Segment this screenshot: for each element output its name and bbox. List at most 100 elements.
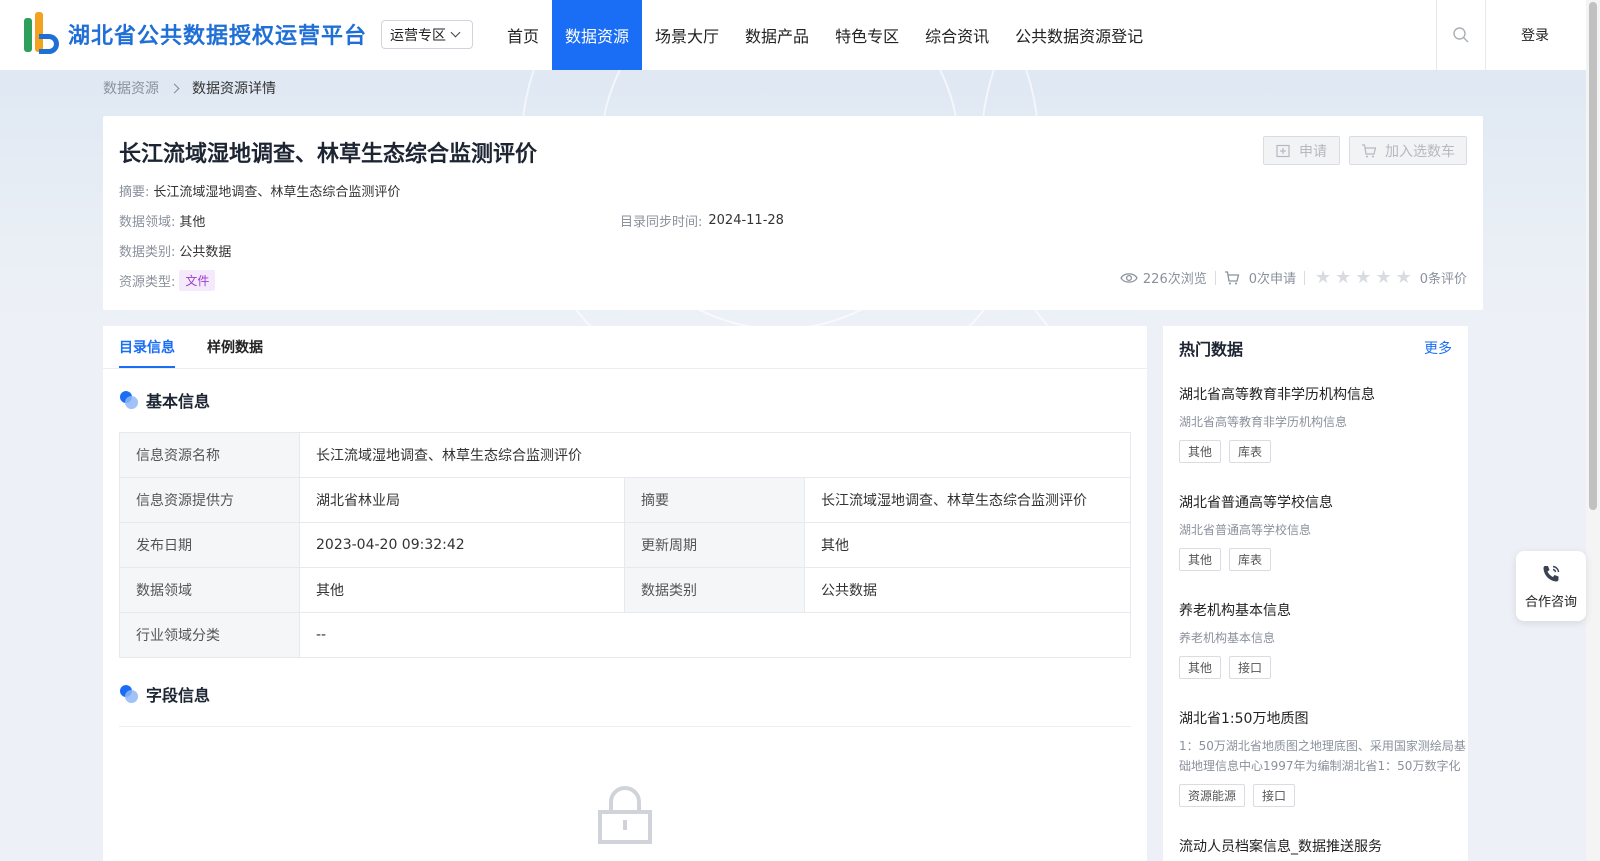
table-key: 摘要 xyxy=(624,477,805,523)
resource-type-row: 资源类型: 文件 xyxy=(119,270,216,291)
search-button[interactable] xyxy=(1436,0,1486,70)
table-value: 2023-04-20 09:32:42 xyxy=(299,522,625,568)
sync-time-value: 2024-11-28 xyxy=(708,213,784,228)
nav-special-zone[interactable]: 特色专区 xyxy=(822,0,912,70)
apply-icon xyxy=(1276,144,1290,157)
table-value: -- xyxy=(299,612,1131,658)
table-key: 数据领域 xyxy=(119,567,300,613)
field-info-title: 字段信息 xyxy=(146,686,211,705)
site-logo[interactable]: 湖北省公共数据授权运营平台 xyxy=(18,12,367,56)
nav-scene-hall[interactable]: 场景大厅 xyxy=(642,0,732,70)
hot-item-tags: 其他 接口 xyxy=(1179,656,1468,679)
hot-item-name[interactable]: 流动人员档案信息_数据推送服务 xyxy=(1179,836,1468,856)
tab-catalog-info[interactable]: 目录信息 xyxy=(119,326,175,368)
nav-data-products[interactable]: 数据产品 xyxy=(732,0,822,70)
cart-icon xyxy=(1224,270,1240,284)
hot-item[interactable]: 养老机构基本信息 养老机构基本信息 其他 接口 xyxy=(1179,600,1468,679)
zone-select-value: 运营专区 xyxy=(390,27,446,44)
hot-item-tag: 其他 xyxy=(1179,548,1222,571)
field-info-divider xyxy=(119,726,1131,727)
hot-item-tag: 库表 xyxy=(1229,440,1272,463)
breadcrumb: 数据资源 数据资源详情 xyxy=(103,78,276,98)
eye-icon xyxy=(1120,272,1138,283)
tabs-divider xyxy=(103,368,1147,369)
resource-stats: 226次浏览 0次申请 ★ ★ ★ ★ ★ 0条评价 xyxy=(1120,268,1467,287)
logo-icon xyxy=(18,12,60,56)
review-count: 0条评价 xyxy=(1419,272,1467,287)
domain-row: 数据领域: 其他 xyxy=(119,211,205,230)
table-key: 发布日期 xyxy=(119,522,300,568)
top-header: 湖北省公共数据授权运营平台 运营专区 首页 数据资源 场景大厅 数据产品 特色专… xyxy=(0,0,1586,70)
hot-item-tags: 资源能源 接口 xyxy=(1179,784,1468,807)
stats-divider xyxy=(1214,270,1216,285)
nav-resource-registration[interactable]: 公共数据资源登记 xyxy=(1002,0,1156,70)
table-key: 数据类别 xyxy=(624,567,805,613)
hot-item-desc: 养老机构基本信息 xyxy=(1179,631,1276,645)
nav-data-resources[interactable]: 数据资源 xyxy=(552,0,643,70)
hot-item-tags: 其他 库表 xyxy=(1179,440,1468,463)
lock-icon xyxy=(598,786,652,844)
cart-icon xyxy=(1362,143,1377,157)
hot-item-name[interactable]: 湖北省普通高等学校信息 xyxy=(1179,492,1468,512)
table-row: 发布日期 2023-04-20 09:32:42 更新周期 其他 xyxy=(119,522,1131,568)
table-value: 其他 xyxy=(804,522,1131,568)
hot-item[interactable]: 流动人员档案信息_数据推送服务 xyxy=(1179,836,1468,856)
star-icon: ★ xyxy=(1315,266,1332,288)
domain-label: 数据领域: xyxy=(119,215,176,230)
table-key: 更新周期 xyxy=(624,522,805,568)
hot-data-more-link[interactable]: 更多 xyxy=(1424,338,1452,358)
abstract-label: 摘要: xyxy=(119,185,150,200)
star-icon: ★ xyxy=(1335,266,1352,288)
consult-label: 合作咨询 xyxy=(1524,594,1577,610)
hot-item-tag: 接口 xyxy=(1229,656,1272,679)
table-key: 信息资源名称 xyxy=(119,432,300,478)
scrollbar-thumb[interactable] xyxy=(1589,2,1597,510)
hot-item-name[interactable]: 养老机构基本信息 xyxy=(1179,600,1468,620)
breadcrumb-current: 数据资源详情 xyxy=(192,81,276,97)
table-row: 行业领域分类 -- xyxy=(119,612,1131,658)
hot-item-tag: 资源能源 xyxy=(1179,784,1246,807)
resource-summary-card: 长江流域湿地调查、林草生态综合监测评价 申请 加入选数车 摘要: 长江流域湿地调… xyxy=(103,116,1483,310)
login-button[interactable]: 登录 xyxy=(1500,0,1570,70)
search-icon xyxy=(1453,27,1469,43)
detail-tabs: 目录信息 样例数据 xyxy=(119,326,295,368)
table-key: 信息资源提供方 xyxy=(119,477,300,523)
table-row: 数据领域 其他 数据类别 公共数据 xyxy=(119,567,1131,613)
hot-item[interactable]: 湖北省高等教育非学历机构信息 湖北省高等教育非学历机构信息 其他 库表 xyxy=(1179,384,1468,463)
main-nav: 首页 数据资源 场景大厅 数据产品 特色专区 综合资讯 公共数据资源登记 xyxy=(494,0,1156,70)
table-value: 公共数据 xyxy=(804,567,1131,613)
hot-data-title: 热门数据 xyxy=(1179,340,1244,359)
table-value: 其他 xyxy=(299,567,625,613)
hot-item-desc: 湖北省高等教育非学历机构信息 xyxy=(1179,415,1348,429)
tab-sample-data[interactable]: 样例数据 xyxy=(207,326,263,368)
zone-select[interactable]: 运营专区 xyxy=(381,20,473,49)
logo-text: 湖北省公共数据授权运营平台 xyxy=(68,24,368,49)
star-icon: ★ xyxy=(1395,266,1412,288)
hot-item-tag: 其他 xyxy=(1179,656,1222,679)
sync-time-row: 目录同步时间: 2024-11-28 xyxy=(620,211,784,230)
apply-label: 申请 xyxy=(1299,143,1327,160)
sync-time-label: 目录同步时间: xyxy=(620,215,703,230)
nav-news[interactable]: 综合资讯 xyxy=(912,0,1002,70)
hot-item-tag: 其他 xyxy=(1179,440,1222,463)
field-info-heading: 字段信息 xyxy=(120,682,210,706)
table-value: 长江流域湿地调查、林草生态综合监测评价 xyxy=(299,432,1131,478)
table-key: 行业领域分类 xyxy=(119,612,300,658)
catalog-panel: 目录信息 样例数据 基本信息 信息资源名称 长江流域湿地调查、林草生态综合监测评… xyxy=(103,326,1147,861)
section-bullet-icon xyxy=(120,685,138,703)
star-icon: ★ xyxy=(1355,266,1372,288)
apply-button[interactable]: 申请 xyxy=(1263,136,1340,165)
consult-button[interactable]: 合作咨询 xyxy=(1516,551,1586,621)
phone-icon xyxy=(1543,565,1560,581)
nav-home[interactable]: 首页 xyxy=(494,0,552,70)
table-value: 长江流域湿地调查、林草生态综合监测评价 xyxy=(804,477,1131,523)
basic-info-heading: 基本信息 xyxy=(120,388,210,412)
breadcrumb-data-resources[interactable]: 数据资源 xyxy=(103,78,159,98)
add-to-cart-button[interactable]: 加入选数车 xyxy=(1349,136,1467,165)
hot-item[interactable]: 湖北省1:50万地质图 1：50万湖北省地质图之地理底图、采用国家测绘局基础地理… xyxy=(1179,708,1468,807)
abstract-value: 长江流域湿地调查、林草生态综合监测评价 xyxy=(153,185,401,200)
hot-item[interactable]: 湖北省普通高等学校信息 湖北省普通高等学校信息 其他 库表 xyxy=(1179,492,1468,571)
hot-item-name[interactable]: 湖北省高等教育非学历机构信息 xyxy=(1179,384,1468,404)
hot-item-name[interactable]: 湖北省1:50万地质图 xyxy=(1179,708,1468,728)
apply-count: 0次申请 xyxy=(1248,272,1297,287)
